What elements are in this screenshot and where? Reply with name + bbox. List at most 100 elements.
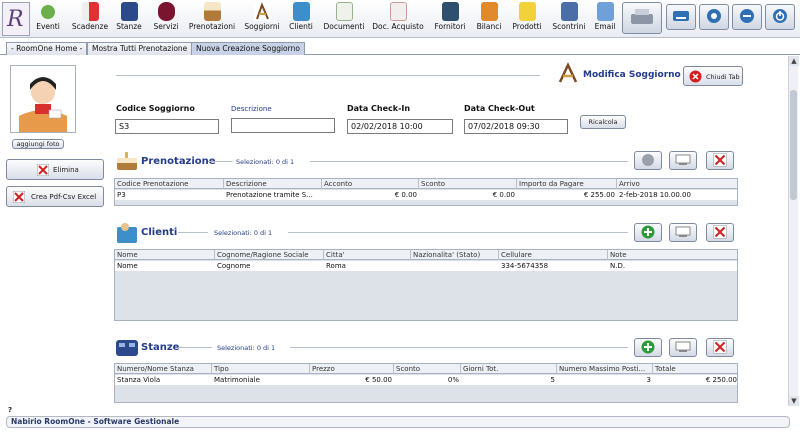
add-photo-button[interactable]: aggiungi foto <box>12 139 64 149</box>
table-cell: € 0.00 <box>394 191 417 199</box>
tab-home[interactable]: - RoomOne Home - <box>6 42 88 55</box>
stay-code-label: Codice Soggiorno <box>116 104 195 113</box>
recalculate-button[interactable]: Ricalcola <box>580 115 626 129</box>
table-cell: Cognome <box>217 262 251 270</box>
header-line <box>116 75 540 76</box>
checkin-field[interactable]: 02/02/2018 10:00 <box>347 119 453 134</box>
flag-icon <box>81 2 99 21</box>
bell-icon <box>41 5 55 19</box>
clients-delete-button[interactable] <box>706 223 734 242</box>
export-pdf-csv-button[interactable]: Crea Pdf-Csv Excel <box>6 186 104 207</box>
column-header[interactable]: Tipo <box>212 364 310 374</box>
checkout-label: Data Check-Out <box>464 104 535 113</box>
column-header[interactable]: Numero/Nome Stanza <box>115 364 212 374</box>
rooms-delete-button[interactable] <box>706 338 734 357</box>
toolbar-soggiorni[interactable]: Soggiorni <box>242 2 282 36</box>
scroll-down-arrow-icon[interactable]: ▼ <box>789 396 799 406</box>
app-logo: R <box>2 2 30 36</box>
scroll-up-arrow-icon[interactable]: ▲ <box>789 56 799 66</box>
purchase-doc-icon <box>389 2 407 21</box>
table-row[interactable]: Nome Cognome Roma 334-5674358 N.D. <box>115 261 737 271</box>
toolbar-email[interactable]: Email <box>592 2 618 36</box>
vertical-scrollbar[interactable]: ▲ ▼ <box>788 56 799 406</box>
section-divider <box>178 232 208 233</box>
close-tab-button[interactable]: Chiudi Tab <box>683 66 743 86</box>
bed-icon <box>120 2 138 21</box>
column-header[interactable]: Arrivo <box>617 179 737 189</box>
column-header[interactable]: Prezzo <box>310 364 394 374</box>
table-row[interactable]: P3 Prenotazione tramite S... € 0.00 € 0.… <box>115 190 737 200</box>
rooms-table: Numero/Nome Stanza Tipo Prezzo Sconto Gi… <box>114 363 738 403</box>
section-divider <box>178 347 212 348</box>
booking-table: Codice Prenotazione Descrizione Acconto … <box>114 178 738 206</box>
column-header[interactable]: Note <box>608 250 737 260</box>
tab-all-bookings[interactable]: Mostra Tutti Prenotazione <box>87 42 193 55</box>
table-cell: Prenotazione tramite S... <box>226 191 313 199</box>
status-bar: Nabirio RoomOne - Software Gestionale <box>6 416 790 428</box>
help-mark[interactable]: ? <box>8 406 12 414</box>
toolbar-scadenze[interactable]: Scadenze <box>70 2 110 36</box>
scrollbar-thumb[interactable] <box>790 90 797 200</box>
clients-icon <box>292 2 310 21</box>
clients-edit-button[interactable] <box>669 223 697 242</box>
column-header[interactable]: Citta' <box>324 250 411 260</box>
checkout-field[interactable]: 07/02/2018 09:30 <box>464 119 568 134</box>
balance-icon <box>480 2 498 21</box>
rooms-edit-button[interactable] <box>669 338 697 357</box>
table-row[interactable]: Stanza Viola Matrimoniale € 50.00 0% 5 3… <box>115 375 737 385</box>
disabled-circle-icon <box>641 153 655 169</box>
documents-icon <box>335 2 353 21</box>
booking-delete-button[interactable] <box>706 151 734 170</box>
table-cell: 3 <box>646 376 651 384</box>
toolbar-doc-acquisto[interactable]: Doc. Acquisto <box>372 2 424 36</box>
toolbar-prodotti[interactable]: Prodotti <box>508 2 546 36</box>
table-cell: € 250.00 <box>705 376 737 384</box>
table-cell <box>411 261 499 271</box>
table-header: Codice Prenotazione Descrizione Acconto … <box>115 179 737 189</box>
column-header[interactable]: Codice Prenotazione <box>115 179 224 189</box>
column-header[interactable]: Importo da Pagare <box>517 179 617 189</box>
clients-add-button[interactable] <box>634 223 662 242</box>
power-button[interactable] <box>765 4 795 30</box>
column-header[interactable]: Giorni Tot. <box>461 364 557 374</box>
cash-register-button[interactable] <box>622 2 662 34</box>
table-cell: Nome <box>117 262 138 270</box>
settings-button[interactable] <box>699 4 729 30</box>
guest-photo <box>10 65 76 133</box>
toolbar-eventi[interactable]: Eventi <box>33 2 63 36</box>
stay-icon <box>253 2 271 21</box>
column-header[interactable]: Acconto <box>322 179 419 189</box>
toolbar-servizi[interactable]: Servizi <box>151 2 181 36</box>
keyboard-button[interactable] <box>666 4 696 30</box>
table-cell: € 50.00 <box>365 376 392 384</box>
toolbar-bilanci[interactable]: Bilanci <box>474 2 504 36</box>
description-field[interactable] <box>231 118 335 133</box>
column-header[interactable]: Descrizione <box>224 179 322 189</box>
column-header[interactable]: Sconto <box>419 179 517 189</box>
column-header[interactable]: Sconto <box>394 364 461 374</box>
toolbar-documenti[interactable]: Documenti <box>322 2 366 36</box>
toolbar-prenotazioni[interactable]: Prenotazioni <box>187 2 237 36</box>
column-header[interactable]: Numero Massimo Posti... <box>557 364 653 374</box>
minimize-button[interactable] <box>732 4 762 30</box>
rooms-add-button[interactable] <box>634 338 662 357</box>
delete-button[interactable]: Elimina <box>6 159 104 180</box>
column-header[interactable]: Nome <box>115 250 215 260</box>
toolbar-clienti[interactable]: Clienti <box>286 2 316 36</box>
toolbar-fornitori[interactable]: Fornitori <box>430 2 470 36</box>
export-icon <box>12 190 26 205</box>
toolbar-scontrini[interactable]: Scontrini <box>550 2 588 36</box>
column-header[interactable]: Nazionalita' (Stato) <box>411 250 499 260</box>
clients-section-title: Clienti <box>141 227 178 238</box>
column-header[interactable]: Cellulare <box>499 250 608 260</box>
toolbar-stanze[interactable]: Stanze <box>114 2 144 36</box>
clients-table: Nome Cognome/Ragione Sociale Citta' Nazi… <box>114 249 738 321</box>
booking-view-button[interactable] <box>634 151 662 170</box>
booking-edit-button[interactable] <box>669 151 697 170</box>
stay-code-field[interactable]: S3 <box>115 119 219 134</box>
column-header[interactable]: Cognome/Ragione Sociale <box>215 250 324 260</box>
tab-new-stay[interactable]: Nuova Creazione Soggiorno <box>191 42 305 55</box>
column-header[interactable]: Totale <box>653 364 737 374</box>
screen-icon <box>675 341 691 355</box>
booking-selected-count: Selezionati: 0 di 1 <box>236 158 295 166</box>
